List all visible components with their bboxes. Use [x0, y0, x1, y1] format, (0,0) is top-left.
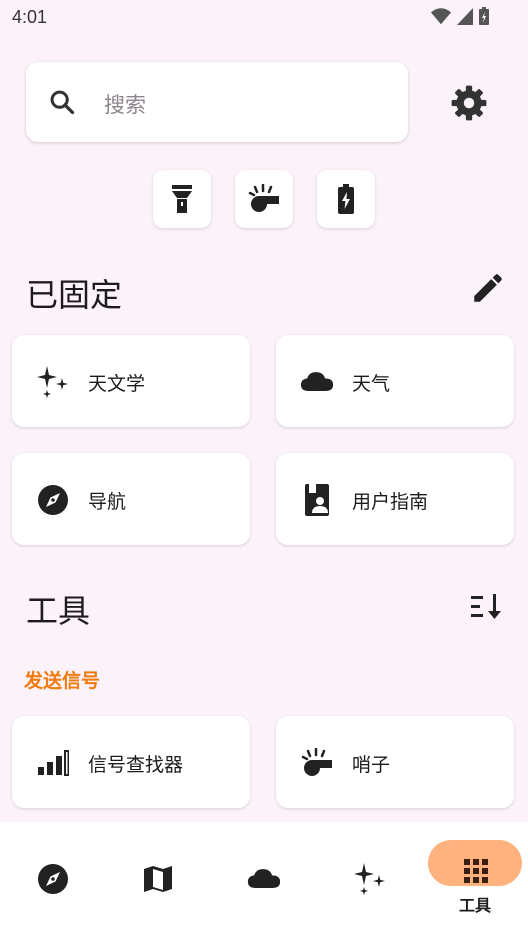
nav-item-tools[interactable] — [423, 822, 528, 939]
sparkles-icon — [36, 365, 70, 399]
signal-bars-icon — [36, 746, 70, 780]
cloud-icon — [300, 365, 334, 399]
status-icons — [430, 6, 490, 26]
search-input[interactable]: 搜索 — [104, 89, 146, 119]
map-icon — [141, 862, 175, 896]
pinned-tile-weather[interactable]: 天气 — [276, 335, 514, 427]
whistle-icon — [248, 184, 279, 212]
tile-label: 用户指南 — [352, 491, 429, 513]
status-time: 4:01 — [12, 7, 48, 27]
user-guide-icon — [300, 483, 334, 517]
edit-pencil-icon[interactable] — [470, 272, 504, 306]
tile-label: 哨子 — [352, 754, 391, 776]
battery-charging-icon — [338, 184, 354, 214]
tile-label: 信号查找器 — [88, 754, 184, 776]
tile-label: 天文学 — [88, 373, 146, 395]
compass-icon — [36, 483, 70, 517]
tool-tile-signal-finder[interactable]: 信号查找器 — [12, 716, 250, 808]
wifi-icon — [430, 8, 452, 25]
category-signaling: 发送信号 — [24, 670, 101, 692]
quick-whistle-button[interactable] — [235, 170, 293, 228]
search-bar[interactable]: 搜索 — [26, 62, 408, 142]
tile-label: 天气 — [352, 373, 391, 395]
nav-label-tools: 工具 — [458, 896, 491, 915]
battery-status-icon — [479, 7, 489, 25]
flashlight-icon — [172, 185, 192, 213]
tool-tile-whistle[interactable]: 哨子 — [276, 716, 514, 808]
cell-signal-icon — [457, 8, 473, 25]
pinned-tile-navigation[interactable]: 导航 — [12, 453, 250, 545]
pinned-section-title: 已固定 — [26, 276, 123, 314]
nav-item-navigation[interactable] — [0, 822, 105, 939]
sort-icon[interactable] — [470, 590, 504, 624]
whistle-icon — [300, 746, 334, 780]
tile-label: 导航 — [88, 491, 127, 513]
cloud-icon — [247, 862, 281, 896]
status-bar: 4:01 — [0, 0, 528, 36]
grid-icon — [459, 854, 493, 888]
nav-item-map[interactable] — [105, 822, 210, 939]
nav-item-weather[interactable] — [211, 822, 316, 939]
nav-item-astronomy[interactable] — [317, 822, 422, 939]
search-icon — [50, 90, 75, 115]
compass-icon — [36, 862, 70, 896]
pinned-tile-astronomy[interactable]: 天文学 — [12, 335, 250, 427]
settings-gear-icon[interactable] — [450, 84, 488, 122]
tools-section-title: 工具 — [26, 592, 91, 630]
sparkles-icon — [353, 862, 387, 896]
pinned-tile-user-guide[interactable]: 用户指南 — [276, 453, 514, 545]
quick-battery-button[interactable] — [317, 170, 375, 228]
quick-flashlight-button[interactable] — [153, 170, 211, 228]
